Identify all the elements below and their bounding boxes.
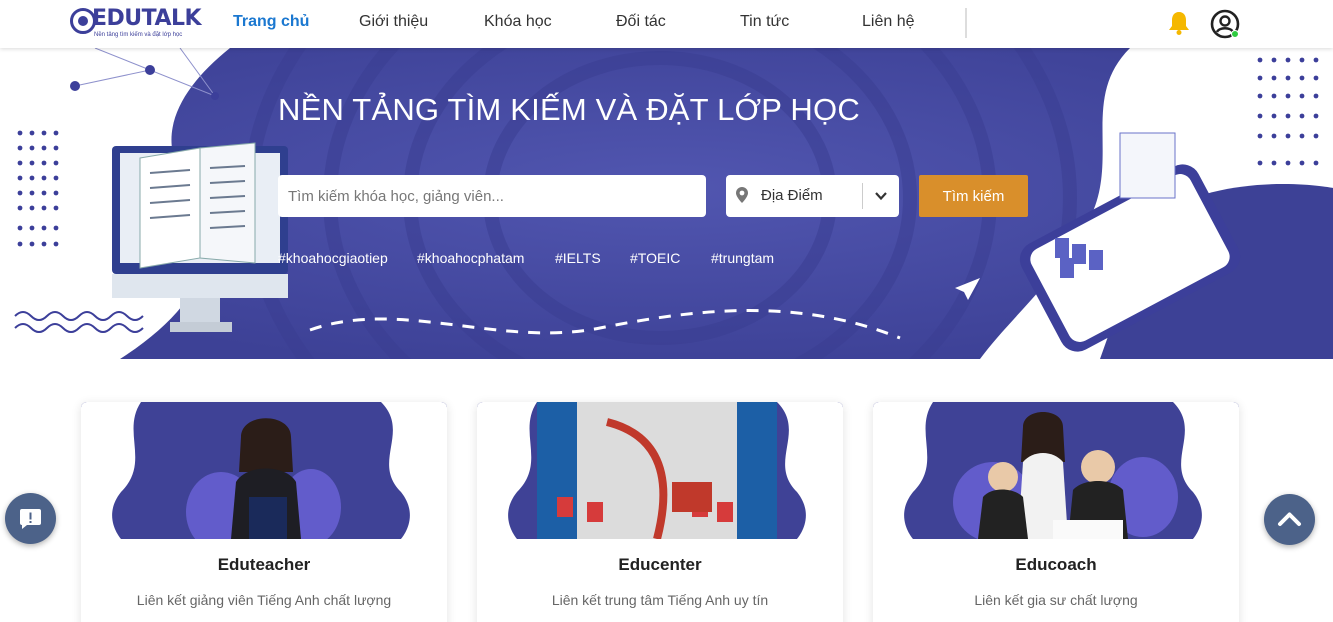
hashtag-link[interactable]: #IELTS: [555, 250, 601, 266]
chat-button[interactable]: [5, 493, 56, 544]
nav-news[interactable]: Tin tức: [740, 13, 789, 31]
scroll-to-top-button[interactable]: [1264, 494, 1315, 545]
card-title: Educenter: [618, 555, 702, 574]
nav-partners[interactable]: Đối tác: [616, 13, 666, 31]
map-pin-icon: [736, 187, 748, 203]
nav-contact[interactable]: Liên hệ: [862, 13, 915, 31]
card-image-center: [477, 402, 843, 539]
card-description: Liên kết gia sư chất lượng: [974, 592, 1138, 608]
chevron-down-icon[interactable]: [874, 189, 888, 203]
hero-banner: NỀN TẢNG TÌM KIẾM VÀ ĐẶT LỚP HỌC Địa Điể…: [0, 48, 1333, 359]
card-image-coach: [873, 402, 1239, 539]
nav-home[interactable]: Trang chủ: [233, 13, 309, 31]
hashtag-link[interactable]: #trungtam: [711, 250, 774, 266]
hero-title: NỀN TẢNG TÌM KIẾM VÀ ĐẶT LỚP HỌC: [278, 92, 860, 127]
nav-courses[interactable]: Khóa học: [484, 13, 552, 31]
card-eduteacher[interactable]: Eduteacher Liên kết giảng viên Tiếng Anh…: [81, 402, 447, 622]
card-title: Eduteacher: [217, 555, 311, 574]
location-value: Địa Điểm: [761, 187, 823, 204]
card-description: Liên kết trung tâm Tiếng Anh uy tín: [551, 592, 769, 608]
hashtag-link[interactable]: #khoahocphatam: [417, 250, 524, 266]
bell-icon[interactable]: [1167, 10, 1191, 36]
location-select[interactable]: Địa Điểm: [726, 175, 899, 217]
search-button[interactable]: Tìm kiếm: [919, 175, 1028, 217]
nav-about[interactable]: Giới thiệu: [359, 13, 428, 31]
chat-alert-icon: [20, 509, 41, 529]
card-title: Educoach: [1015, 555, 1097, 574]
card-educenter[interactable]: Educenter Liên kết trung tâm Tiếng Anh u…: [477, 402, 843, 622]
hashtag-link[interactable]: #TOEIC: [630, 250, 680, 266]
page: EDUTALK Nền tảng tìm kiếm và đặt lớp học…: [0, 0, 1333, 622]
chevron-up-icon: [1278, 512, 1301, 526]
search-input[interactable]: [278, 175, 706, 217]
logo-text: EDUTALK: [92, 6, 202, 31]
card-educoach[interactable]: Educoach Liên kết gia sư chất lượng: [873, 402, 1239, 622]
logo-tagline: Nền tảng tìm kiếm và đặt lớp học: [94, 32, 183, 38]
site-header: EDUTALK Nền tảng tìm kiếm và đặt lớp học…: [0, 0, 1333, 48]
hashtag-link[interactable]: #khoahocgiaotiep: [278, 250, 388, 266]
card-image-teacher: [81, 402, 447, 539]
location-separator: [862, 183, 863, 209]
nav-divider: [965, 8, 967, 38]
edutalk-logo[interactable]: EDUTALK Nền tảng tìm kiếm và đặt lớp học: [70, 6, 202, 42]
card-description: Liên kết giảng viên Tiếng Anh chất lượng: [136, 592, 392, 608]
user-circle-icon[interactable]: [1210, 9, 1240, 39]
